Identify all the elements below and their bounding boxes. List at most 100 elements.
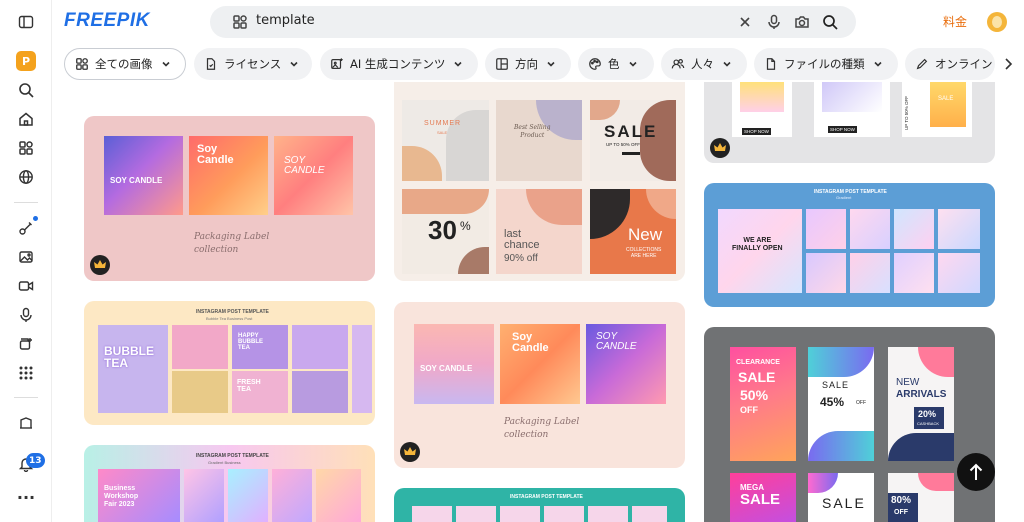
more-icon[interactable]: ··· bbox=[14, 485, 38, 509]
palette-icon bbox=[589, 58, 601, 70]
template-thumbnail bbox=[850, 253, 890, 293]
chevron-down-icon bbox=[628, 61, 637, 67]
library-icon[interactable] bbox=[14, 411, 38, 435]
premium-crown-icon bbox=[400, 442, 420, 462]
globe-icon[interactable] bbox=[14, 165, 38, 189]
search-bar[interactable]: template bbox=[210, 6, 856, 38]
filter-file-type[interactable]: ファイルの種類 bbox=[754, 48, 898, 80]
pricing-link[interactable]: 料金 bbox=[943, 13, 967, 30]
template-thumbnail bbox=[228, 469, 268, 522]
template-card[interactable]: INSTAGRAM POST TEMPLATE Gradient WE ARE … bbox=[704, 183, 995, 307]
notification-count-badge: 13 bbox=[26, 453, 45, 468]
ai-tools-icon[interactable] bbox=[14, 216, 38, 240]
template-title: Soy Candle bbox=[197, 143, 234, 166]
template-thumbnail bbox=[938, 209, 980, 249]
template-subtitle: % bbox=[460, 219, 471, 233]
all-tools-icon[interactable] bbox=[14, 361, 38, 385]
scroll-to-top-button[interactable] bbox=[957, 453, 995, 491]
user-avatar[interactable] bbox=[987, 12, 1007, 32]
workspace-avatar[interactable]: P bbox=[16, 51, 36, 71]
voice-search-icon[interactable] bbox=[766, 14, 782, 30]
template-title: BUBBLE TEA bbox=[104, 344, 154, 370]
template-title: Soy Candle bbox=[512, 331, 549, 354]
filter-people[interactable]: 人々 bbox=[661, 48, 747, 80]
template-thumbnail: SOY CANDLE bbox=[104, 136, 183, 215]
chevron-down-icon bbox=[454, 61, 462, 67]
clear-search-icon[interactable] bbox=[737, 14, 753, 30]
filter-online-editable[interactable]: オンライン bbox=[905, 48, 995, 80]
arrow-up-icon bbox=[969, 463, 983, 480]
template-card[interactable]: INSTAGRAM POST TEMPLATE Bubble Tea Busin… bbox=[84, 301, 375, 425]
template-subtitle: UP TO 50% OFF bbox=[606, 142, 641, 147]
template-card[interactable]: SOY CANDLE Soy Candle SOY CANDLE Packagi… bbox=[394, 302, 685, 468]
apps-icon[interactable] bbox=[14, 136, 38, 160]
template-thumbnail: HAPPY BUBBLE TEA bbox=[232, 325, 288, 369]
template-subtitle: 50% bbox=[740, 387, 769, 403]
template-title: 30 bbox=[428, 215, 457, 245]
template-title: SOY CANDLE bbox=[110, 176, 163, 185]
template-thumbnail: SALE 45% OFF bbox=[808, 347, 874, 461]
template-thumbnail bbox=[938, 253, 980, 293]
template-thumbnail: CLEARANCE SALE 50% OFF bbox=[730, 347, 796, 461]
filter-license[interactable]: ライセンス bbox=[194, 48, 312, 80]
template-subtitle: SALE bbox=[437, 130, 448, 135]
filter-ai-content[interactable]: AI 生成コンテンツ bbox=[320, 48, 478, 80]
template-title: New bbox=[628, 225, 663, 244]
template-thumbnail: 80% OFF bbox=[888, 473, 954, 522]
search-input[interactable]: template bbox=[256, 13, 315, 28]
sidebar: P 13 ··· bbox=[0, 0, 52, 522]
edit-image-icon[interactable] bbox=[14, 332, 38, 356]
template-title: SALE bbox=[822, 495, 866, 511]
template-subheader: Gradient bbox=[836, 195, 852, 200]
filter-orientation[interactable]: 方向 bbox=[485, 48, 571, 80]
file-icon bbox=[766, 58, 776, 70]
template-thumbnail bbox=[352, 325, 372, 413]
filter-bar: 全ての画像 ライセンス AI 生成コンテンツ 方向 色 人々 ファイルの種類 オ… bbox=[64, 48, 1024, 80]
filter-all-images[interactable]: 全ての画像 bbox=[64, 48, 186, 80]
template-title: Business Workshop Fair 2023 bbox=[104, 485, 139, 508]
template-card[interactable]: SHOP NOW SHOP NOW UP TO 50% OFF SALE bbox=[704, 82, 995, 163]
template-card[interactable]: CLEARANCE SALE 50% OFF SALE 45% OFF NEW … bbox=[704, 327, 995, 522]
people-icon bbox=[671, 59, 685, 69]
pen-icon bbox=[916, 58, 928, 70]
template-thumbnail bbox=[412, 506, 667, 522]
template-card[interactable]: SOY CANDLE Soy Candle SOY CANDLE Packagi… bbox=[84, 116, 375, 281]
home-icon[interactable] bbox=[14, 107, 38, 131]
template-thumbnail: WE ARE FINALLY OPEN bbox=[718, 209, 802, 293]
template-header: INSTAGRAM POST TEMPLATE bbox=[196, 453, 269, 459]
template-card[interactable]: INSTAGRAM POST TEMPLATE Gradient Busines… bbox=[84, 445, 375, 522]
premium-crown-icon bbox=[90, 255, 110, 275]
microphone-icon[interactable] bbox=[14, 303, 38, 327]
sidebar-toggle-icon[interactable] bbox=[14, 10, 38, 34]
template-thumbnail: 30 % bbox=[402, 189, 489, 274]
template-thumbnail: SUMMER SALE bbox=[402, 100, 489, 181]
template-title: SALE bbox=[604, 122, 658, 141]
freepik-logo[interactable]: FREEPIK bbox=[64, 10, 150, 32]
search-submit-icon[interactable] bbox=[822, 14, 838, 30]
premium-crown-icon bbox=[710, 138, 730, 158]
template-thumbnail: SOY CANDLE bbox=[414, 324, 494, 404]
template-title: UP TO 50% OFF bbox=[904, 95, 909, 130]
filter-color[interactable]: 色 bbox=[578, 48, 654, 80]
template-thumbnail bbox=[806, 253, 846, 293]
discount-box: 20% CASHBACK bbox=[914, 407, 944, 429]
search-icon[interactable] bbox=[14, 78, 38, 102]
chevron-down-icon bbox=[723, 61, 731, 67]
image-generator-icon[interactable] bbox=[14, 245, 38, 269]
template-subtitle: CASHBACK bbox=[917, 421, 940, 426]
template-script-text: Packaging Label collection bbox=[194, 232, 270, 255]
camera-search-icon[interactable] bbox=[794, 14, 810, 30]
template-card[interactable]: INSTAGRAM POST TEMPLATE bbox=[394, 488, 685, 522]
sidebar-divider bbox=[14, 202, 38, 203]
template-thumbnail bbox=[894, 253, 934, 293]
template-thumbnail bbox=[850, 209, 890, 249]
ai-icon bbox=[331, 58, 343, 69]
template-card[interactable]: SUMMER SALE Best Selling Product SALE UP… bbox=[394, 82, 685, 281]
layout-icon bbox=[496, 58, 508, 70]
template-thumbnail: MEGA SALE bbox=[730, 473, 796, 522]
template-thumbnail: BUBBLE TEA bbox=[98, 325, 168, 413]
template-subtitle: COLLECTIONS ARE HERE bbox=[626, 247, 662, 259]
template-thumbnail bbox=[172, 371, 228, 413]
video-icon[interactable] bbox=[14, 274, 38, 298]
chevron-right-icon[interactable] bbox=[1000, 56, 1016, 72]
